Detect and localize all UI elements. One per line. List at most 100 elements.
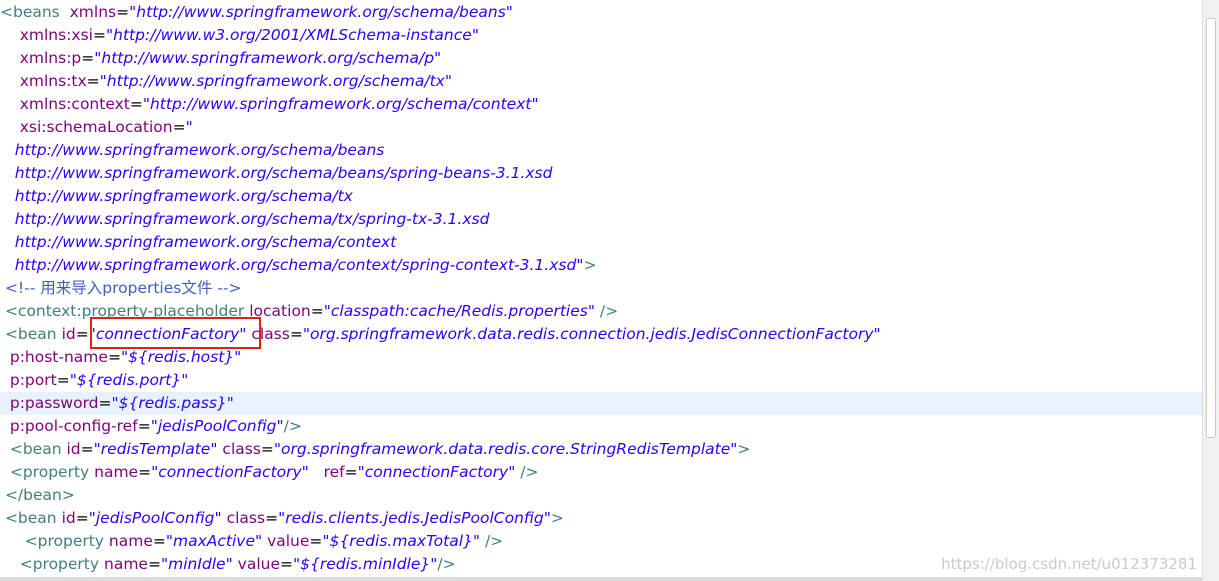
code-line[interactable]: http://www.springframework.org/schema/be… — [0, 139, 1202, 162]
code-token-val: http://www.springframework.org/schema/tx… — [14, 210, 490, 228]
code-line[interactable]: xmlns:context="http://www.springframewor… — [0, 93, 1202, 116]
code-token-eq: = — [152, 532, 166, 550]
code-token-attr: p:password — [9, 394, 99, 412]
code-token-attr: id — [66, 440, 81, 458]
code-token-tag: <property — [24, 532, 104, 550]
code-token-val: "redisTemplate" — [93, 440, 218, 458]
code-token-val: http://www.springframework.org/schema/be… — [14, 164, 553, 182]
code-token-val: "${redis.pass}" — [111, 394, 234, 412]
code-token-tag: /> — [520, 463, 539, 481]
code-line[interactable]: <property name="maxActive" value="${redi… — [0, 530, 1202, 553]
code-token-val: http://www.springframework.org/schema/tx — [14, 187, 353, 205]
code-token-val: "http://www.springframework.org/schema/c… — [142, 95, 539, 113]
code-token-val: "org.springframework.data.redis.connecti… — [302, 325, 881, 343]
code-token-tag: <bean — [9, 440, 62, 458]
code-token-tag: > — [583, 256, 597, 274]
code-token-eq: = — [75, 325, 89, 343]
code-token-val: "http://www.springframework.org/schema/p… — [94, 49, 442, 67]
code-line[interactable]: xmlns:xsi="http://www.w3.org/2001/XMLSch… — [0, 24, 1202, 47]
code-token-val: http://www.springframework.org/schema/co… — [14, 256, 584, 274]
watermark-text: https://blog.csdn.net/u012373281 — [941, 555, 1197, 573]
code-token-eq: = — [172, 118, 186, 136]
code-token-eq: = — [138, 463, 152, 481]
code-token-tag: <property — [19, 555, 100, 573]
code-token-attr: value — [237, 555, 280, 573]
code-line[interactable]: p:pool-config-ref="jedisPoolConfig"/> — [0, 415, 1202, 438]
code-token-attr: p:port — [9, 371, 57, 389]
code-line[interactable]: xmlns:p="http://www.springframework.org/… — [0, 47, 1202, 70]
code-token-eq: = — [56, 371, 70, 389]
code-token-attr: id — [61, 325, 76, 343]
code-token-val: "jedisPoolConfig" — [88, 509, 222, 527]
code-token-val: "${redis.host}" — [120, 348, 242, 366]
scrollbar-thumb[interactable] — [1206, 18, 1216, 438]
code-token-attr: value — [267, 532, 310, 550]
code-token-tag: <bean — [4, 509, 57, 527]
vertical-scrollbar[interactable] — [1202, 0, 1219, 581]
code-token-attr: id — [61, 509, 76, 527]
code-token-attr: name — [108, 532, 153, 550]
code-line[interactable]: <beans xmlns="http://www.springframework… — [0, 1, 1202, 24]
code-token-val: http://www.springframework.org/schema/be… — [14, 141, 385, 159]
code-token-attr: xmlns:p — [19, 49, 82, 67]
code-line[interactable]: xsi:schemaLocation=" — [0, 116, 1202, 139]
code-token-attr: p:pool-config-ref — [9, 417, 138, 435]
code-token-val: "connectionFactory" — [357, 463, 516, 481]
code-token-eq: = — [75, 509, 89, 527]
code-token-tag: /> — [437, 555, 456, 573]
code-line[interactable]: <bean id="jedisPoolConfig" class="redis.… — [0, 507, 1202, 530]
code-token-attr: xmlns — [69, 3, 117, 21]
code-line[interactable]: </bean> — [0, 484, 1202, 507]
code-token-attr: xmlns:context — [19, 95, 130, 113]
code-line[interactable]: http://www.springframework.org/schema/be… — [0, 162, 1202, 185]
code-token-val: "jedisPoolConfig" — [150, 417, 284, 435]
code-token-tag: <bean — [4, 325, 57, 343]
code-line[interactable]: <!-- 用来导入properties文件 --> — [0, 277, 1202, 300]
code-token-eq: = — [98, 394, 112, 412]
code-token-eq: = — [116, 3, 130, 21]
code-token-eq: = — [280, 555, 293, 573]
code-line[interactable]: xmlns:tx="http://www.springframework.org… — [0, 70, 1202, 93]
code-line[interactable]: http://www.springframework.org/schema/co… — [0, 231, 1202, 254]
code-token-tag: /> — [484, 532, 504, 550]
code-token-attr: class — [226, 509, 266, 527]
code-line[interactable]: p:port="${redis.port}" — [0, 369, 1202, 392]
code-token-eq: = — [309, 532, 323, 550]
code-line[interactable]: http://www.springframework.org/schema/co… — [0, 254, 1202, 277]
code-token-val: " — [185, 118, 193, 136]
code-line[interactable]: p:password="${redis.pass}" — [0, 392, 1202, 415]
code-line[interactable]: http://www.springframework.org/schema/tx — [0, 185, 1202, 208]
horizontal-scrollbar[interactable] — [0, 577, 1202, 581]
code-token-tag: <beans — [0, 3, 60, 21]
code-token-val: "minIdle" — [160, 555, 233, 573]
code-line[interactable]: http://www.springframework.org/schema/tx… — [0, 208, 1202, 231]
code-line[interactable]: <bean id="redisTemplate" class="org.spri… — [0, 438, 1202, 461]
code-line[interactable]: p:host-name="${redis.host}" — [0, 346, 1202, 369]
highlight-box-connection-factory — [90, 317, 261, 349]
code-token-val: "${redis.minIdle}" — [293, 555, 438, 573]
code-token-eq: = — [289, 325, 303, 343]
code-line[interactable]: <property name="connectionFactory" ref="… — [0, 461, 1202, 484]
code-token-attr: name — [94, 463, 139, 481]
code-token-val: "classpath:cache/Redis.properties" — [323, 302, 595, 320]
code-token-eq: = — [310, 302, 324, 320]
code-token-tag: /> — [283, 417, 302, 435]
code-token-val: "http://www.springframework.org/schema/b… — [129, 3, 513, 21]
code-token-eq: = — [137, 417, 151, 435]
code-editor[interactable]: <beans xmlns="http://www.springframework… — [0, 0, 1202, 581]
code-token-eq: = — [86, 72, 100, 90]
code-token-eq: = — [129, 95, 143, 113]
code-token-tag: > — [550, 509, 564, 527]
